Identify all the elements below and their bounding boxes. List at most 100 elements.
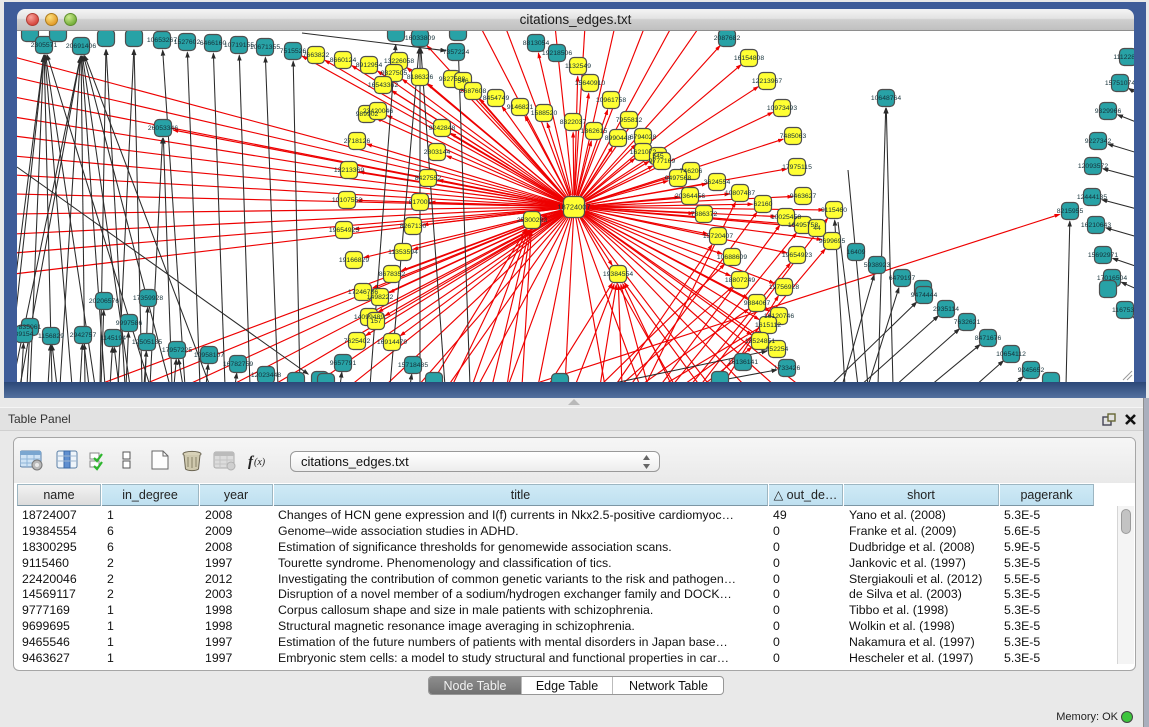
svg-text:11353594: 11353594 — [388, 249, 418, 256]
svg-text:18524851: 18524851 — [745, 338, 775, 345]
svg-text:2942757: 2942757 — [70, 332, 97, 339]
svg-text:157: 157 — [370, 318, 382, 325]
svg-text:7632621: 7632621 — [954, 319, 981, 326]
svg-text:7886372: 7886372 — [691, 211, 718, 218]
svg-text:10671355: 10671355 — [250, 44, 280, 51]
svg-text:6497568: 6497568 — [665, 175, 692, 182]
svg-text:1156829: 1156829 — [38, 333, 64, 340]
svg-text:8813054: 8813054 — [523, 40, 550, 47]
svg-text:15720407: 15720407 — [703, 233, 733, 240]
svg-text:12213967: 12213967 — [752, 78, 782, 85]
svg-text:19218506: 19218506 — [542, 50, 572, 57]
svg-text:9474444: 9474444 — [911, 292, 938, 299]
svg-text:17975115: 17975115 — [782, 164, 812, 171]
svg-text:16782759: 16782759 — [223, 361, 253, 368]
svg-text:12505135: 12505135 — [132, 339, 162, 346]
svg-text:10807487: 10807487 — [725, 190, 755, 197]
svg-text:1615112: 1615112 — [755, 322, 781, 329]
svg-text:18807249: 18807249 — [725, 277, 755, 284]
svg-text:16409: 16409 — [847, 249, 866, 256]
svg-text:9884067: 9884067 — [744, 300, 771, 307]
svg-text:7485063: 7485063 — [780, 133, 807, 140]
svg-text:16154808: 16154808 — [734, 55, 764, 62]
svg-text:746206: 746206 — [680, 168, 703, 175]
svg-text:9146821: 9146821 — [507, 104, 534, 111]
svg-text:16543362: 16543362 — [368, 82, 398, 89]
svg-text:9327505: 9327505 — [381, 70, 408, 77]
svg-text:10973493: 10973493 — [767, 105, 797, 112]
svg-text:8215955: 8215955 — [1057, 208, 1084, 215]
svg-text:25300293: 25300293 — [517, 217, 547, 224]
svg-text:8322037: 8322037 — [560, 119, 587, 126]
svg-text:2087682: 2087682 — [714, 35, 741, 42]
svg-text:1145194: 1145194 — [100, 335, 126, 342]
svg-text:17957225: 17957225 — [162, 347, 192, 354]
svg-text:1588520: 1588520 — [531, 110, 558, 117]
svg-text:817001: 817001 — [409, 199, 432, 206]
svg-text:5938923: 5938923 — [864, 262, 891, 269]
svg-text:1167533: 1167533 — [1112, 307, 1134, 314]
svg-text:9115460: 9115460 — [821, 207, 847, 214]
svg-text:9227342: 9227342 — [1085, 138, 1112, 145]
svg-text:16136141: 16136141 — [728, 359, 758, 366]
svg-text:2803144: 2803144 — [424, 149, 451, 156]
svg-text:15640910: 15640910 — [575, 80, 605, 87]
svg-text:9699695: 9699695 — [819, 238, 846, 245]
svg-text:16210643: 16210643 — [1081, 222, 1111, 229]
svg-text:7663822: 7663822 — [303, 52, 330, 59]
svg-text:8660124: 8660124 — [330, 57, 357, 64]
svg-text:39154: 39154 — [17, 331, 34, 338]
svg-text:2687608: 2687608 — [460, 88, 487, 95]
svg-text:8990448: 8990448 — [605, 135, 632, 142]
svg-text:10107552: 10107552 — [332, 197, 362, 204]
svg-text:12023448: 12023448 — [251, 372, 281, 379]
svg-text:15751074: 15751074 — [1105, 80, 1134, 87]
svg-text:1132549: 1132549 — [565, 63, 591, 70]
svg-text:8186326: 8186326 — [407, 74, 434, 81]
svg-text:6479197: 6479197 — [889, 275, 916, 282]
svg-text:546: 546 — [457, 78, 469, 85]
svg-text:19384554: 19384554 — [603, 271, 633, 278]
svg-text:9777169: 9777169 — [649, 158, 676, 165]
svg-text:10958107: 10958107 — [194, 352, 224, 359]
svg-text:10654112: 10654112 — [996, 351, 1026, 358]
svg-text:16033809: 16033809 — [405, 35, 435, 42]
svg-text:9242848: 9242848 — [429, 125, 456, 132]
svg-text:15692971: 15692971 — [1088, 252, 1118, 259]
svg-text:7357224: 7357224 — [443, 49, 470, 56]
svg-text:17016504: 17016504 — [1097, 275, 1127, 282]
svg-text:2718126: 2718126 — [344, 138, 371, 145]
svg-text:26053346: 26053346 — [148, 125, 178, 132]
svg-text:1527602: 1527602 — [174, 39, 201, 46]
svg-text:9463627: 9463627 — [790, 193, 817, 200]
svg-text:17359928: 17359928 — [133, 295, 163, 302]
svg-text:12093572: 12093572 — [1078, 163, 1108, 170]
svg-text:13226058: 13226058 — [384, 58, 414, 65]
svg-text:9245652: 9245652 — [1018, 367, 1045, 374]
svg-text:16914479: 16914479 — [377, 339, 407, 346]
svg-text:9997586: 9997586 — [116, 320, 143, 327]
svg-text:1498222: 1498222 — [367, 294, 394, 301]
svg-text:7955812: 7955812 — [616, 117, 643, 124]
svg-text:9329966: 9329966 — [1095, 108, 1122, 115]
svg-text:19166829: 19166829 — [339, 257, 369, 264]
svg-text:8912954: 8912954 — [356, 62, 383, 69]
svg-text:15718485: 15718485 — [398, 362, 428, 369]
svg-text:9657791: 9657791 — [330, 360, 357, 367]
svg-text:20364456: 20364456 — [675, 193, 705, 200]
svg-text:20691406: 20691406 — [66, 43, 96, 50]
svg-text:12444135: 12444135 — [1077, 194, 1107, 201]
svg-text:6466160: 6466160 — [200, 40, 227, 47]
svg-text:16120746: 16120746 — [764, 313, 794, 320]
svg-text:2935114: 2935114 — [933, 306, 959, 313]
svg-text:7625402: 7625402 — [344, 338, 371, 345]
svg-text:8454749: 8454749 — [483, 95, 510, 102]
svg-text:12213369: 12213369 — [334, 167, 364, 174]
svg-text:8267130: 8267130 — [400, 223, 427, 230]
svg-text:(x): (x) — [254, 457, 266, 468]
svg-text:10025458: 10025458 — [771, 214, 801, 221]
svg-text:62160: 62160 — [754, 201, 773, 208]
svg-text:8471676: 8471676 — [975, 335, 1002, 342]
svg-text:20206576: 20206576 — [89, 298, 119, 305]
svg-text:1362615: 1362615 — [581, 128, 608, 135]
